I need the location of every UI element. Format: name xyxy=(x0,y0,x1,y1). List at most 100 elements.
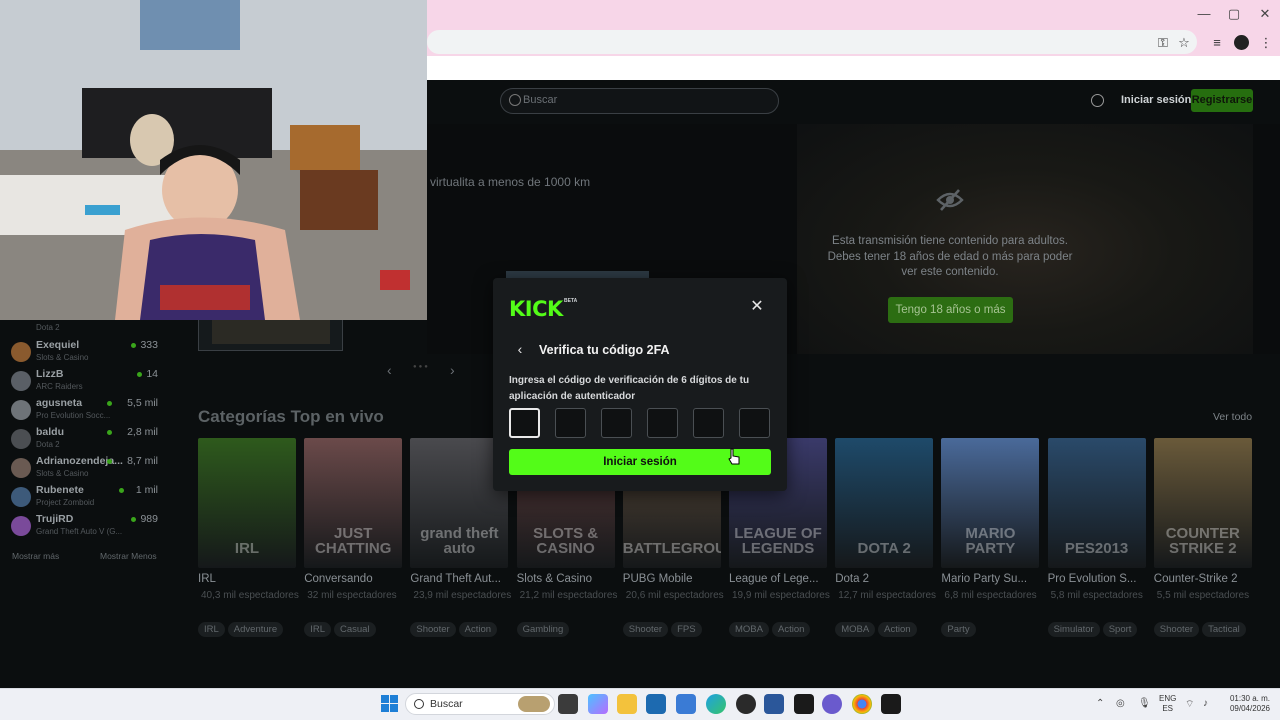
live-dot-icon xyxy=(107,401,112,406)
code-digit-input-1[interactable] xyxy=(509,408,540,438)
category-tags: Party xyxy=(941,619,1061,637)
close-window-button[interactable]: ✕ xyxy=(1250,4,1280,24)
show-less-link[interactable]: Mostrar Menos xyxy=(100,551,157,561)
category-tag[interactable]: Shooter xyxy=(1153,622,1200,637)
search-highlight-icon xyxy=(518,696,550,712)
category-tag[interactable]: Gambling xyxy=(516,622,570,637)
channel-name: LizzB xyxy=(36,368,64,380)
code-digit-input-3[interactable] xyxy=(601,408,632,438)
age-confirm-button[interactable]: Tengo 18 años o más xyxy=(888,297,1013,323)
channel-game: Slots & Casino xyxy=(36,353,89,362)
password-key-icon[interactable]: ⚿ xyxy=(1154,34,1172,52)
network-icon[interactable]: ◎ xyxy=(1116,698,1125,709)
tray-chevron-icon[interactable]: ⌃ xyxy=(1096,698,1104,709)
category-tag[interactable]: Adventure xyxy=(227,622,284,637)
see-all-link[interactable]: Ver todo xyxy=(1213,411,1252,423)
epic-games-icon[interactable] xyxy=(881,694,901,714)
bookmark-star-icon[interactable]: ☆ xyxy=(1175,34,1193,52)
channel-game: ARC Raiders xyxy=(36,382,83,391)
category-tags: Shooter FPS xyxy=(622,619,743,637)
category-tags: Simulator Sport xyxy=(1047,619,1168,637)
channel-game: Grand Theft Auto V (G... xyxy=(36,527,123,536)
category-tag[interactable]: FPS xyxy=(671,622,702,637)
category-tag[interactable]: IRL xyxy=(198,622,225,637)
category-tag[interactable]: Action xyxy=(458,622,498,637)
code-digit-input-4[interactable] xyxy=(647,408,678,438)
viewer-count: 5,5 mil xyxy=(127,397,158,409)
category-tag[interactable]: Simulator xyxy=(1047,622,1100,637)
sidebar-channel[interactable]: agusneta Pro Evolution Socc... 5,5 mil xyxy=(11,395,171,423)
file-explorer-icon[interactable] xyxy=(617,694,637,714)
channel-name: agusneta xyxy=(36,397,83,409)
back-arrow-icon[interactable]: ‹ xyxy=(512,341,528,357)
show-more-link[interactable]: Mostrar más xyxy=(12,551,59,561)
wifi-icon[interactable]: ⌔ xyxy=(1185,698,1194,711)
category-tag[interactable]: MOBA xyxy=(835,622,876,637)
category-viewers: 23,9 mil espectadores xyxy=(413,590,512,601)
channel-game: Dota 2 xyxy=(36,440,60,449)
channel-name: Exequiel xyxy=(36,339,80,351)
category-tag[interactable]: MOBA xyxy=(729,622,769,637)
category-image-text: grand theft auto xyxy=(420,525,499,557)
kick-logo: KICK xyxy=(509,297,563,321)
login-link[interactable]: Iniciar sesión xyxy=(1121,94,1191,106)
taskbar-clock[interactable]: 01:30 a. m. 09/04/2026 xyxy=(1222,694,1270,714)
app-icon[interactable] xyxy=(676,694,696,714)
chrome-icon[interactable] xyxy=(852,694,872,714)
sidebar-channel[interactable]: Adrianozendeja... Slots & Casino 8,7 mil xyxy=(11,453,171,481)
category-tag[interactable]: Shooter xyxy=(410,622,456,637)
github-icon[interactable] xyxy=(736,694,756,714)
category-tag[interactable]: Action xyxy=(878,622,917,637)
channel-game: Project Zomboid xyxy=(36,498,95,507)
headset-app-icon[interactable] xyxy=(822,694,842,714)
category-name: Conversando xyxy=(304,573,373,585)
word-icon[interactable] xyxy=(764,694,784,714)
signup-button[interactable]: Registrarse xyxy=(1191,89,1253,112)
edge-icon[interactable] xyxy=(706,694,726,714)
keyboard-layout: ES xyxy=(1162,704,1173,713)
modal-title: Verifica tu código 2FA xyxy=(539,343,670,357)
browser-menu-icon[interactable]: ⋮ xyxy=(1257,34,1275,52)
category-tag[interactable]: Party xyxy=(941,622,976,637)
category-image-text: COUNTER STRIKE 2 xyxy=(1165,525,1240,557)
minimize-button[interactable]: — xyxy=(1189,4,1219,24)
store-icon[interactable] xyxy=(646,694,666,714)
sidebar-channel[interactable]: LizzB ARC Raiders 14 xyxy=(11,366,171,394)
sidebar-channel[interactable]: Exequiel Slots & Casino 333 xyxy=(11,337,171,365)
category-name: Dota 2 xyxy=(835,573,870,585)
sidebar-channel[interactable]: Rubenete Project Zomboid 1 mil xyxy=(11,482,171,510)
hand-cursor-icon xyxy=(728,448,740,465)
close-icon[interactable]: ✕ xyxy=(748,298,766,316)
profile-avatar[interactable] xyxy=(1234,35,1249,50)
task-view-icon[interactable] xyxy=(558,694,578,714)
category-viewers: 32 mil espectadores xyxy=(307,590,397,601)
code-digit-input-5[interactable] xyxy=(693,408,724,438)
live-dot-icon xyxy=(119,488,124,493)
category-tag[interactable]: Sport xyxy=(1102,622,1138,637)
category-tag[interactable]: Action xyxy=(771,622,811,637)
sidebar-channel[interactable]: TrujiRD Grand Theft Auto V (G... 989 xyxy=(11,511,171,539)
category-tag[interactable]: IRL xyxy=(304,622,331,637)
carousel-dots: ●●● xyxy=(413,364,430,370)
category-name: Grand Theft Aut... xyxy=(410,573,501,585)
category-tag[interactable]: Shooter xyxy=(622,622,669,637)
microphone-icon[interactable]: 🎙 xyxy=(1138,698,1151,709)
capcut-icon[interactable] xyxy=(794,694,814,714)
language-indicator[interactable]: ENG ES xyxy=(1159,694,1176,714)
category-tag[interactable]: Tactical xyxy=(1202,622,1246,637)
sidebar-channel[interactable]: baldu Dota 2 2,8 mil xyxy=(11,424,171,452)
media-queue-icon[interactable]: ≡ xyxy=(1208,34,1226,52)
avatar xyxy=(11,516,31,536)
maximize-button[interactable]: ▢ xyxy=(1219,4,1249,24)
carousel-next-icon[interactable]: › xyxy=(450,362,455,378)
copilot-icon[interactable] xyxy=(588,694,608,714)
windows-start-icon[interactable] xyxy=(381,695,398,712)
address-bar[interactable] xyxy=(427,30,1197,54)
globe-icon[interactable] xyxy=(1091,94,1104,107)
carousel-prev-icon[interactable]: ‹ xyxy=(387,362,392,378)
category-tag[interactable]: Casual xyxy=(333,622,376,637)
volume-icon[interactable]: ♪ xyxy=(1203,698,1208,709)
viewer-count: 8,7 mil xyxy=(127,455,158,467)
code-digit-input-2[interactable] xyxy=(555,408,586,438)
code-digit-input-6[interactable] xyxy=(739,408,770,438)
